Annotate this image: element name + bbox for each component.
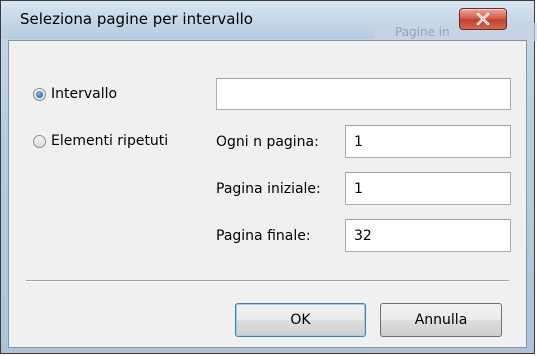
start-page-input[interactable]: 1 [345,172,511,205]
radio-elementi-ripetuti-indicator[interactable] [33,134,46,148]
close-button[interactable] [459,8,507,30]
ok-button[interactable]: OK [235,303,366,337]
radio-intervallo[interactable]: Intervallo [33,86,117,102]
end-page-input[interactable]: 32 [345,219,511,252]
radio-elementi-ripetuti[interactable]: Elementi ripetuti [33,133,168,149]
interval-input[interactable] [216,78,511,110]
start-page-label: Pagina iniziale: [216,181,321,197]
every-n-pages-input[interactable]: 1 [345,125,511,158]
separator-line [26,280,509,282]
close-icon [476,13,490,25]
radio-intervallo-indicator[interactable] [33,87,46,101]
cancel-button[interactable]: Annulla [380,303,502,337]
dialog-content: Intervallo Elementi ripetuti Ogni n pagi… [8,40,527,348]
dialog-title: Seleziona pagine per intervallo [20,10,253,28]
end-page-label: Pagina finale: [216,228,311,244]
radio-intervallo-label: Intervallo [51,86,118,102]
background-window-text: Pagine in [395,25,450,39]
title-bar[interactable]: Pagine in Seleziona pagine per intervall… [1,1,537,41]
dialog-window: Pagine in Seleziona pagine per intervall… [0,0,537,354]
every-n-pages-label: Ogni n pagina: [216,134,319,150]
radio-elementi-ripetuti-label: Elementi ripetuti [51,133,169,149]
